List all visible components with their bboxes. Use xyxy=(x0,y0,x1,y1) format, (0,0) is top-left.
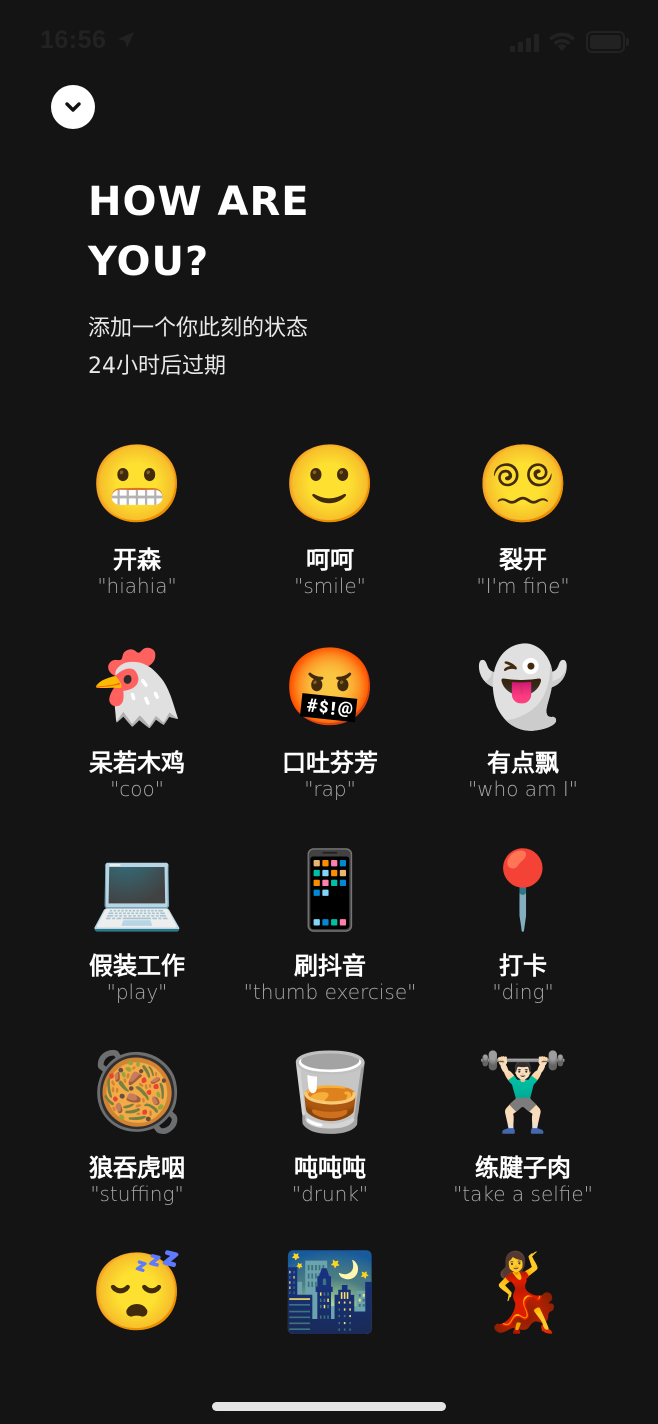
status-item-sleeping[interactable]: 😴 xyxy=(40,1244,234,1344)
status-english: "smile" xyxy=(294,574,366,598)
status-item-thumb-exercise[interactable]: 📱 刷抖音 "thumb exercise" xyxy=(233,842,427,1022)
status-english: "I'm fine" xyxy=(476,574,570,598)
page-title: HOW ARE YOU? xyxy=(88,172,328,292)
status-name: 有点飘 xyxy=(487,749,559,777)
status-english: "take a selfie" xyxy=(453,1182,593,1206)
status-item-im-fine[interactable]: 😵‍💫 裂开 "I'm fine" xyxy=(426,436,620,616)
cellular-signal-icon xyxy=(510,34,539,52)
mobile-phone-icon: 📱 xyxy=(282,845,378,935)
status-name: 练腱子肉 xyxy=(475,1154,571,1182)
laptop-icon: 💻 xyxy=(89,845,185,935)
status-name: 狼吞虎咽 xyxy=(89,1154,185,1182)
page-title-line2: YOU? xyxy=(88,239,210,285)
status-english: "ding" xyxy=(492,980,554,1004)
status-time: 16:56 xyxy=(40,26,107,54)
status-item-play[interactable]: 💻 假装工作 "play" xyxy=(40,842,234,1022)
page-subtitle: 添加一个你此刻的状态 24小时后过期 xyxy=(88,310,308,386)
status-name: 吨吨吨 xyxy=(294,1154,366,1182)
cracked-face-icon: 😵‍💫 xyxy=(475,439,571,529)
status-name: 呆若木鸡 xyxy=(89,749,185,777)
wifi-icon xyxy=(549,32,575,51)
status-item-dancing[interactable]: 💃 xyxy=(426,1244,620,1344)
round-pushpin-icon: 📍 xyxy=(475,845,571,935)
status-item-night[interactable]: 🌃 xyxy=(233,1244,427,1344)
status-english: "who am I" xyxy=(467,777,579,801)
night-with-stars-icon: 🌃 xyxy=(282,1247,378,1337)
home-indicator[interactable] xyxy=(212,1402,446,1411)
subtitle-line1: 添加一个你此刻的状态 xyxy=(88,316,309,341)
dancing-couple-icon: 💃 xyxy=(475,1247,571,1337)
status-name: 开森 xyxy=(113,546,161,574)
dismiss-button[interactable] xyxy=(51,85,95,129)
status-english: "rap" xyxy=(304,777,356,801)
status-name: 裂开 xyxy=(499,546,547,574)
weight-lifter-icon: 🏋🏻‍♂️ xyxy=(475,1047,571,1137)
status-name: 刷抖音 xyxy=(294,952,366,980)
status-english: "thumb exercise" xyxy=(243,980,417,1004)
status-item-who-am-i[interactable]: 👻 有点飘 "who am I" xyxy=(426,639,620,819)
status-item-smile[interactable]: 🙂 呵呵 "smile" xyxy=(233,436,427,616)
status-english: "coo" xyxy=(110,777,164,801)
shallow-pan-of-food-icon: 🥘 xyxy=(89,1047,185,1137)
status-name: 口吐芬芳 xyxy=(282,749,378,777)
status-bar: 16:56 xyxy=(0,0,658,84)
status-item-take-a-selfie[interactable]: 🏋🏻‍♂️ 练腱子肉 "take a selfie" xyxy=(426,1044,620,1224)
page-title-line1: HOW ARE xyxy=(88,179,310,225)
grimacing-face-icon: 😬 xyxy=(89,439,185,529)
status-english: "stuffing" xyxy=(90,1182,184,1206)
status-item-coo[interactable]: 🐔 呆若木鸡 "coo" xyxy=(40,639,234,819)
status-english: "drunk" xyxy=(291,1182,369,1206)
chicken-icon: 🐔 xyxy=(89,642,185,732)
status-name: 假装工作 xyxy=(89,952,185,980)
status-name: 打卡 xyxy=(499,952,547,980)
cursing-face-icon: 🤬 xyxy=(282,642,378,732)
tumbler-glass-icon: 🥃 xyxy=(282,1047,378,1137)
status-item-stuffing[interactable]: 🥘 狼吞虎咽 "stuffing" xyxy=(40,1044,234,1224)
sleeping-face-icon: 😴 xyxy=(89,1247,185,1337)
status-name: 呵呵 xyxy=(306,546,354,574)
status-english: "hiahia" xyxy=(97,574,177,598)
battery-icon xyxy=(586,31,629,53)
status-item-drunk[interactable]: 🥃 吨吨吨 "drunk" xyxy=(233,1044,427,1224)
status-item-hiahia[interactable]: 😬 开森 "hiahia" xyxy=(40,436,234,616)
chevron-down-icon xyxy=(65,102,81,112)
subtitle-line2: 24小时后过期 xyxy=(88,354,226,379)
ghost-icon: 👻 xyxy=(475,642,571,732)
slightly-smiling-face-icon: 🙂 xyxy=(282,439,378,529)
location-arrow-icon xyxy=(118,32,134,48)
status-english: "play" xyxy=(106,980,168,1004)
status-item-rap[interactable]: 🤬 口吐芬芳 "rap" xyxy=(233,639,427,819)
status-item-ding[interactable]: 📍 打卡 "ding" xyxy=(426,842,620,1022)
